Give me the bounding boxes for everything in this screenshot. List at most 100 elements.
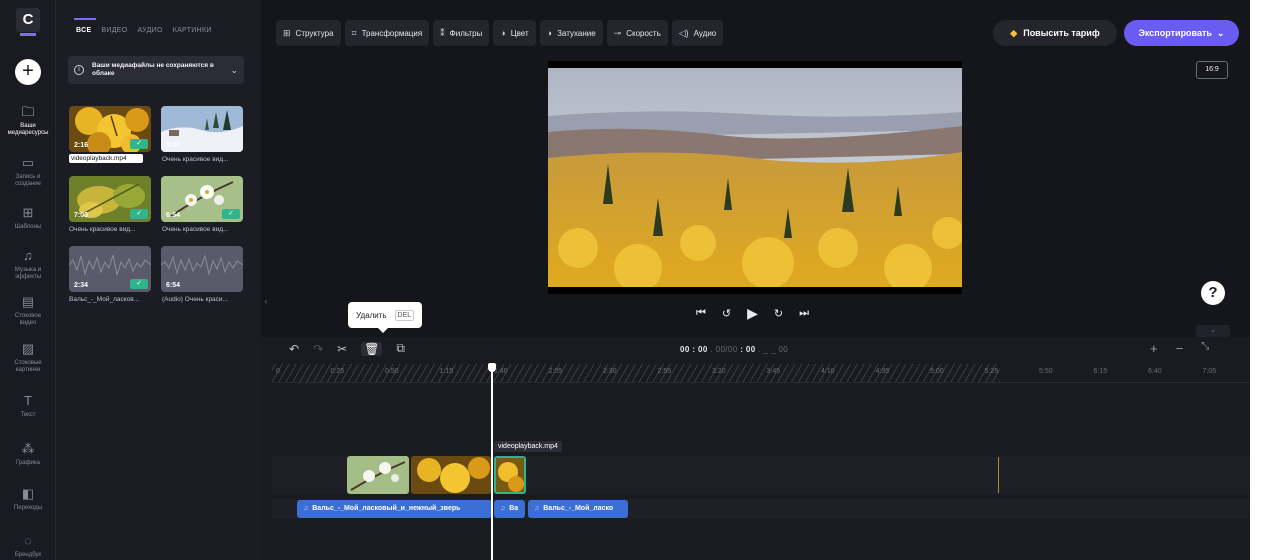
video-clip-leaves[interactable] xyxy=(411,456,491,494)
export-button[interactable]: Экспортировать ⌄ xyxy=(1124,20,1239,46)
undo-icon[interactable]: ↶ xyxy=(289,342,299,356)
ruler-tick: 5:25 xyxy=(984,368,999,375)
cloud-notice[interactable]: i Ваши медиафайлы не сохраняются в облак… xyxy=(68,56,244,84)
timeline-tools: ↶ ↷ ✂ 🗑 ⧉ xyxy=(289,341,405,356)
media-panel: ВСЕ ВИДЕО АУДИО КАРТИНКИ i Ваши медиафай… xyxy=(56,0,261,560)
rail-item-text[interactable]: T Текст xyxy=(0,393,56,419)
redo-icon: ↷ xyxy=(313,341,324,356)
preview-frame xyxy=(548,68,962,287)
graphics-icon: ⁂ xyxy=(21,441,35,456)
tool-speed[interactable]: ⊸ Скорость xyxy=(606,20,668,46)
rail-item-label: Текст xyxy=(20,412,36,418)
tool-filters[interactable]: ⁑ Фильтры xyxy=(433,20,490,46)
tool-fade[interactable]: ◑ Затухание xyxy=(539,20,603,46)
play-icon[interactable]: ▶ xyxy=(747,305,758,322)
ruler-tick: 6:40 xyxy=(1148,368,1162,375)
upgrade-label: Повысить тариф xyxy=(1023,28,1100,38)
upgrade-plan-button[interactable]: ◆ Повысить тариф xyxy=(993,20,1117,46)
app-logo[interactable]: C xyxy=(16,8,40,36)
logo-letter: C xyxy=(16,8,40,32)
duplicate-icon[interactable]: ⧉ xyxy=(396,341,405,356)
media-thumb-4[interactable]: 6:54 ✓ xyxy=(161,176,243,222)
media-thumb-1[interactable]: 2:16 ✓ xyxy=(69,106,151,152)
ruler-tick: 6:15 xyxy=(1093,368,1108,375)
templates-icon: ⊞ xyxy=(22,205,34,220)
brand-kit-icon: ◌ xyxy=(24,533,32,548)
rail-item-stock-images[interactable]: ▨ Стоковые картинки xyxy=(0,341,56,374)
rail-item-stock-video[interactable]: ▤ Стоковое видео xyxy=(0,294,56,327)
rewind-5s-icon[interactable]: ↺ xyxy=(722,307,731,320)
skip-back-icon[interactable]: ⏮ xyxy=(696,307,706,320)
ruler-tick: 1:15 xyxy=(439,368,454,375)
media-name-4[interactable]: Очень красивое вид... xyxy=(162,226,248,233)
tab-all[interactable]: ВСЕ xyxy=(73,18,97,34)
scissors-icon[interactable]: ✂ xyxy=(337,342,347,356)
help-button[interactable]: ? xyxy=(1201,281,1225,305)
zoom-in-icon[interactable]: + xyxy=(1150,341,1158,356)
rail-item-templates[interactable]: ⊞ Шаблоны xyxy=(0,205,56,231)
rail-item-music[interactable]: ♫ Музыка и эффекты xyxy=(0,248,56,281)
layout-icon: ⊞ xyxy=(283,27,291,38)
skip-forward-icon[interactable]: ⏭ xyxy=(799,307,809,320)
add-media-button[interactable]: + xyxy=(15,59,41,85)
collapse-preview-button[interactable]: ⌄ xyxy=(1196,325,1230,337)
rail-item-label: Стоковые картинки xyxy=(14,360,42,373)
tooltip-label: Удалить xyxy=(356,310,387,320)
media-thumb-3[interactable]: 7:03 ✓ xyxy=(69,176,151,222)
rail-item-label: Брендбук xyxy=(14,552,42,558)
rail-item-transitions[interactable]: ◧ Переходы xyxy=(0,486,56,512)
tool-color[interactable]: ◑ Цвет xyxy=(493,20,536,46)
rail-item-brand-kit[interactable]: ◌ Брендбук xyxy=(0,533,56,559)
video-preview[interactable] xyxy=(548,61,962,294)
rail-item-label: Музыка и эффекты xyxy=(14,267,42,280)
media-name-3[interactable]: Очень красивое вид... xyxy=(69,226,155,233)
media-name-6[interactable]: (Audio) Очень краси... xyxy=(162,296,248,303)
media-name-5[interactable]: Вальс_-_Мой_ласков... xyxy=(69,296,155,303)
tab-audio[interactable]: АУДИО xyxy=(137,27,162,34)
audio-clip-2-label: Ва xyxy=(509,505,519,512)
timecode-frames: . 00/00 xyxy=(710,345,738,354)
left-nav-rail: C + 🗀 Ваши медиаресурсы ▭ Запись и создание… xyxy=(0,0,56,560)
audio-clip-3[interactable]: ♫ Вальс_-_Мой_ласко xyxy=(528,500,628,518)
ruler-tick: 0:50 xyxy=(385,368,399,375)
audio-icon: ◁) xyxy=(678,27,689,38)
diamond-icon: ◆ xyxy=(1010,27,1018,38)
audio-clip-1[interactable]: ♫ Вальс_-_Мой_ласковый_и_нежный_зверь xyxy=(297,500,492,518)
collapse-panel-button[interactable]: ‹ xyxy=(261,290,271,312)
export-label: Экспортировать xyxy=(1138,28,1212,38)
zoom-out-icon[interactable]: − xyxy=(1176,341,1184,356)
aspect-ratio-button[interactable]: 16:9 xyxy=(1196,61,1228,79)
app-window: C + 🗀 Ваши медиаресурсы ▭ Запись и создание… xyxy=(0,0,1250,560)
tool-layout[interactable]: ⊞ Структура xyxy=(276,20,341,46)
video-clip-selected[interactable] xyxy=(494,456,526,494)
fit-timeline-icon[interactable]: ⤡ xyxy=(1201,341,1209,356)
text-icon: T xyxy=(24,393,32,408)
audio-clip-2[interactable]: ♫ Ва xyxy=(494,500,525,518)
rail-item-graphics[interactable]: ⁂ Графика xyxy=(0,441,56,467)
media-name-2[interactable]: Очень красивое вид... xyxy=(162,156,248,163)
waveform-icon xyxy=(161,254,243,276)
check-icon: ✓ xyxy=(130,209,148,219)
rail-item-camera[interactable]: ▭ Запись и создание xyxy=(0,155,56,188)
forward-5s-icon[interactable]: ↻ xyxy=(774,307,783,320)
video-clip-flowers[interactable] xyxy=(347,456,409,494)
media-thumb-5[interactable]: 2:34 ✓ xyxy=(69,246,151,292)
tool-label: Структура xyxy=(295,28,334,38)
selected-clip-thumbnail xyxy=(496,458,524,492)
tool-audio[interactable]: ◁) Аудио xyxy=(671,20,724,46)
tool-transform[interactable]: ⌗ Трансформация xyxy=(344,20,430,46)
tab-video[interactable]: ВИДЕО xyxy=(101,27,127,34)
check-icon: ✓ xyxy=(130,139,148,149)
tab-images[interactable]: КАРТИНКИ xyxy=(173,27,212,34)
playhead[interactable] xyxy=(488,363,496,560)
ruler-tick: 2:55 xyxy=(657,368,672,375)
project-end-marker xyxy=(998,457,999,493)
media-thumb-2[interactable]: 5:44 xyxy=(161,106,243,152)
timeline-ruler[interactable]: 0 0:25 0:50 1:15 1:40 2:05 2:30 2:55 3:20 3:45 4:1… xyxy=(272,363,1250,383)
media-thumb-6[interactable]: 6:54 xyxy=(161,246,243,292)
rail-item-label: Ваши медиаресурсы xyxy=(7,123,49,136)
rail-item-folder[interactable]: 🗀 Ваши медиаресурсы xyxy=(0,104,56,137)
media-name-1[interactable]: videoplayback.mp4 xyxy=(69,154,143,163)
stock-video-icon: ▤ xyxy=(21,294,35,309)
trash-icon[interactable]: 🗑 xyxy=(361,341,383,356)
